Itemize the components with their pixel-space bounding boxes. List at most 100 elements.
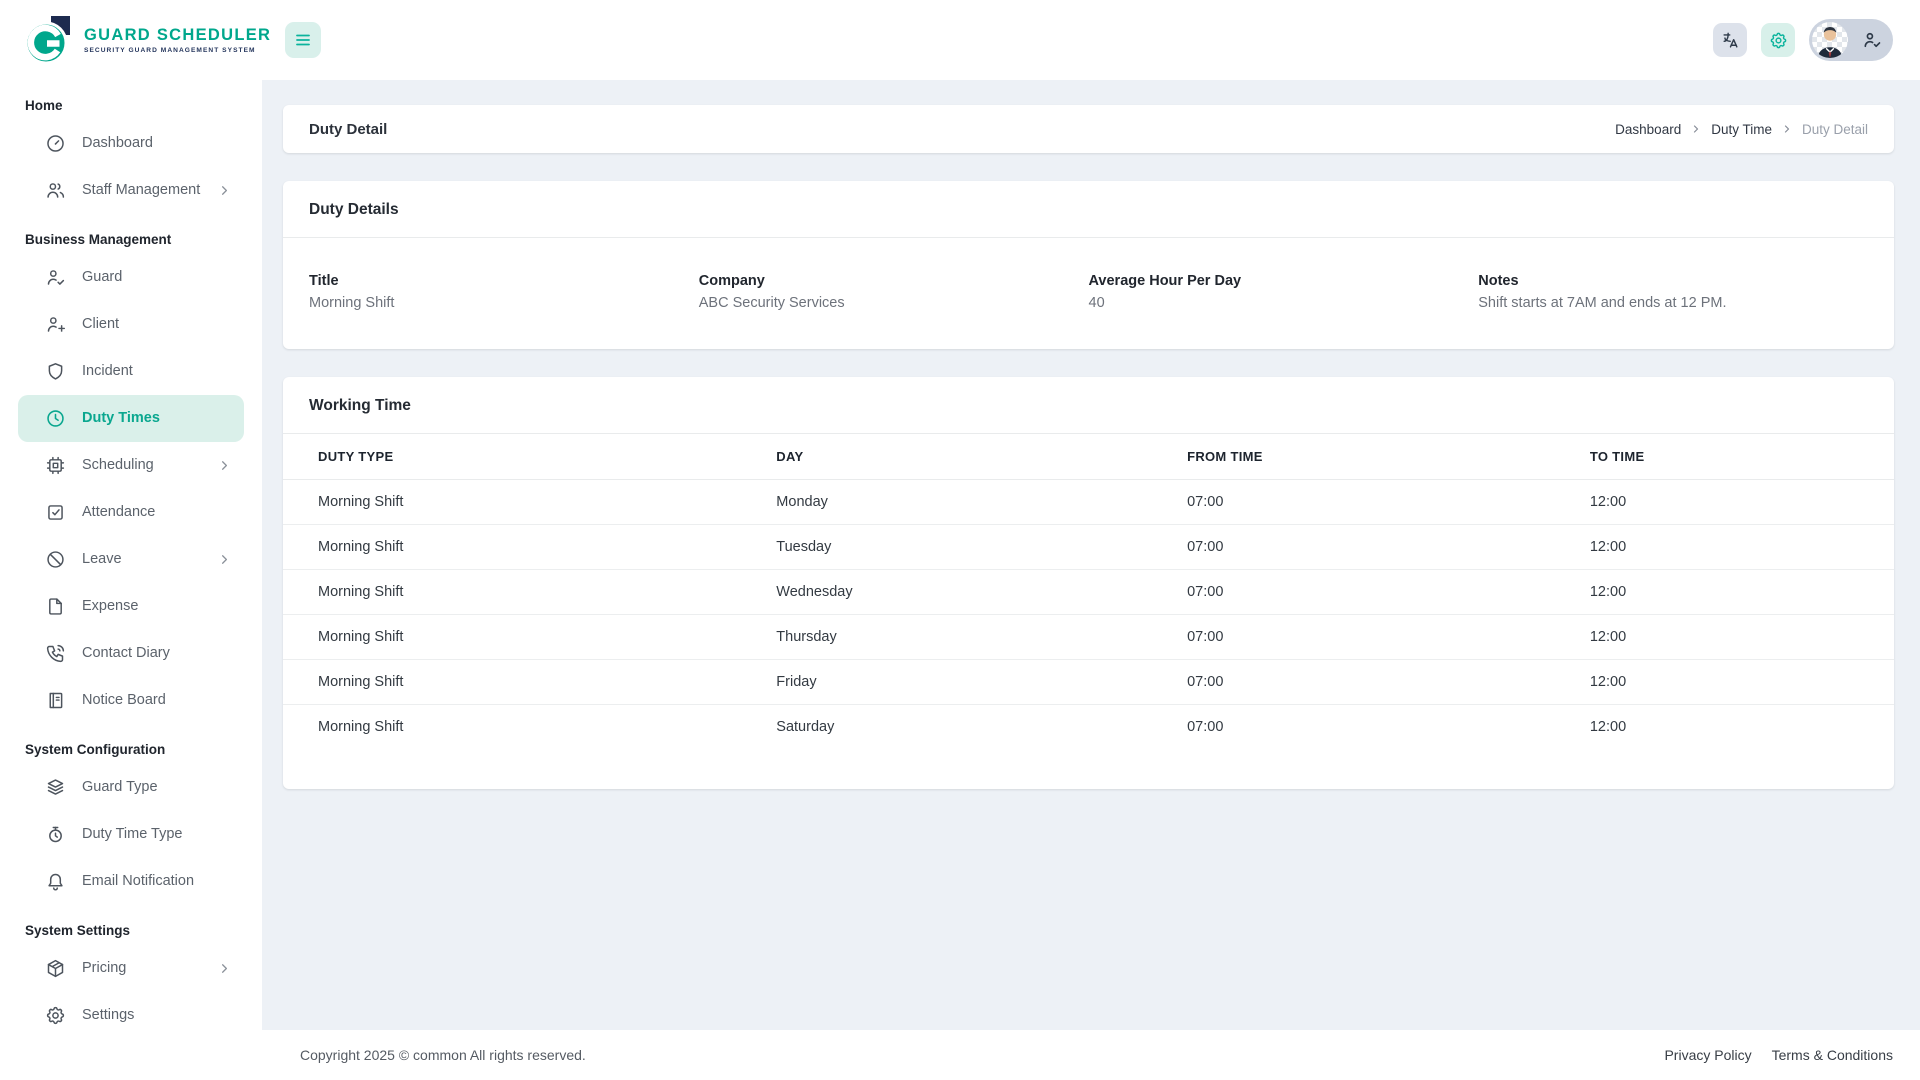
user-avatar (1812, 22, 1848, 58)
field-company: Company ABC Security Services (699, 273, 1089, 311)
clock-icon (45, 408, 66, 429)
brand-name: GUARD SCHEDULER (84, 26, 271, 45)
settings-button[interactable] (1761, 23, 1795, 57)
sidebar-item-duty-times[interactable]: Duty Times (18, 395, 244, 442)
sidebar-section-system-configuration: System Configuration (25, 742, 262, 757)
page-header-card: Duty Detail Dashboard Duty Time Duty Det… (283, 105, 1894, 153)
cell-from-time: 07:00 (1177, 705, 1580, 750)
sidebar-item-notice-board[interactable]: Notice Board (18, 677, 244, 724)
field-notes: Notes Shift starts at 7AM and ends at 12… (1478, 273, 1868, 311)
duty-details-fields: Title Morning Shift Company ABC Security… (283, 238, 1894, 349)
cell-to-time: 12:00 (1580, 660, 1894, 705)
topbar-actions (1713, 19, 1893, 61)
sidebar-item-label: Pricing (82, 961, 126, 976)
gauge-icon (45, 133, 66, 154)
duty-details-card: Duty Details Title Morning Shift Company… (283, 181, 1894, 349)
phone-icon (45, 643, 66, 664)
field-title: Title Morning Shift (309, 273, 699, 311)
sidebar-item-expense[interactable]: Expense (18, 583, 244, 630)
column-header-from-time: FROM TIME (1177, 434, 1580, 480)
sidebar-section-system-settings: System Settings (25, 923, 262, 938)
bell-icon (45, 871, 66, 892)
sidebar-item-label: Email Notification (82, 874, 194, 889)
language-button[interactable] (1713, 23, 1747, 57)
menu-icon (294, 31, 312, 49)
sidebar-item-label: Settings (82, 1008, 134, 1023)
field-value: Shift starts at 7AM and ends at 12 PM. (1478, 295, 1868, 311)
cell-day: Thursday (766, 615, 1177, 660)
user-check-icon (1862, 30, 1882, 50)
chevron-right-icon (1690, 123, 1702, 135)
sidebar-item-label: Duty Time Type (82, 827, 182, 842)
field-label: Company (699, 273, 1089, 289)
language-icon (1721, 31, 1740, 50)
brand-logo[interactable]: GUARD SCHEDULER SECURITY GUARD MANAGEMEN… (24, 12, 262, 68)
sidebar-item-label: Scheduling (82, 458, 154, 473)
sidebar-item-guard-type[interactable]: Guard Type (18, 764, 244, 811)
cell-duty-type: Morning Shift (283, 570, 766, 615)
sidebar-item-label: Notice Board (82, 693, 166, 708)
main-content: Duty Detail Dashboard Duty Time Duty Det… (262, 80, 1920, 1030)
sidebar-item-label: Guard Type (82, 780, 158, 795)
field-value: 40 (1089, 295, 1479, 311)
cell-day: Tuesday (766, 525, 1177, 570)
sidebar-item-label: Dashboard (82, 136, 153, 151)
sidebar-section-home: Home (25, 98, 262, 113)
brand-logo-icon (24, 12, 76, 68)
table-row: Morning Shift Wednesday 07:00 12:00 (283, 570, 1894, 615)
sidebar-item-leave[interactable]: Leave (18, 536, 244, 583)
cell-from-time: 07:00 (1177, 480, 1580, 525)
column-header-day: DAY (766, 434, 1177, 480)
user-menu-button[interactable] (1809, 19, 1893, 61)
shield-icon (45, 361, 66, 382)
working-time-card: Working Time DUTY TYPE DAY FROM TIME TO … (283, 377, 1894, 789)
sidebar-item-settings[interactable]: Settings (18, 992, 244, 1039)
sidebar-item-scheduling[interactable]: Scheduling (18, 442, 244, 489)
sidebar-item-incident[interactable]: Incident (18, 348, 244, 395)
sidebar-item-pricing[interactable]: Pricing (18, 945, 244, 992)
cell-duty-type: Morning Shift (283, 525, 766, 570)
cell-day: Friday (766, 660, 1177, 705)
brand-tagline: SECURITY GUARD MANAGEMENT SYSTEM (84, 47, 271, 54)
cell-duty-type: Morning Shift (283, 480, 766, 525)
table-header-row: DUTY TYPE DAY FROM TIME TO TIME (283, 434, 1894, 480)
cell-to-time: 12:00 (1580, 480, 1894, 525)
sidebar: Home Dashboard Staff Management Business… (0, 80, 262, 1080)
sidebar-item-label: Guard (82, 270, 122, 285)
table-row: Morning Shift Monday 07:00 12:00 (283, 480, 1894, 525)
gear-icon (1769, 31, 1788, 50)
footer-links: Privacy Policy Terms & Conditions (1664, 1047, 1893, 1063)
sidebar-item-email-notification[interactable]: Email Notification (18, 858, 244, 905)
sidebar-item-label: Staff Management (82, 183, 200, 198)
sidebar-item-label: Client (82, 317, 119, 332)
breadcrumb-current: Duty Detail (1802, 122, 1868, 137)
sidebar-item-label: Expense (82, 599, 138, 614)
sidebar-item-label: Incident (82, 364, 133, 379)
cell-duty-type: Morning Shift (283, 615, 766, 660)
sidebar-item-label: Contact Diary (82, 646, 170, 661)
privacy-policy-link[interactable]: Privacy Policy (1664, 1047, 1751, 1063)
stopwatch-icon (45, 824, 66, 845)
field-label: Title (309, 273, 699, 289)
cell-from-time: 07:00 (1177, 570, 1580, 615)
sidebar-item-duty-time-type[interactable]: Duty Time Type (18, 811, 244, 858)
sidebar-item-staff-management[interactable]: Staff Management (18, 167, 244, 214)
sidebar-item-dashboard[interactable]: Dashboard (18, 120, 244, 167)
table-row: Morning Shift Thursday 07:00 12:00 (283, 615, 1894, 660)
notebook-icon (45, 690, 66, 711)
working-time-table-wrap: DUTY TYPE DAY FROM TIME TO TIME Morning … (283, 434, 1894, 789)
breadcrumb-dashboard[interactable]: Dashboard (1615, 122, 1681, 137)
sidebar-item-attendance[interactable]: Attendance (18, 489, 244, 536)
sidebar-toggle-button[interactable] (285, 22, 321, 58)
cell-day: Saturday (766, 705, 1177, 750)
sidebar-item-contact-diary[interactable]: Contact Diary (18, 630, 244, 677)
page-title: Duty Detail (309, 121, 387, 138)
chevron-right-icon (1781, 123, 1793, 135)
field-label: Notes (1478, 273, 1868, 289)
sidebar-item-guard[interactable]: Guard (18, 254, 244, 301)
sidebar-item-client[interactable]: Client (18, 301, 244, 348)
terms-conditions-link[interactable]: Terms & Conditions (1772, 1047, 1893, 1063)
cell-to-time: 12:00 (1580, 705, 1894, 750)
breadcrumb-duty-time[interactable]: Duty Time (1711, 122, 1772, 137)
table-row: Morning Shift Tuesday 07:00 12:00 (283, 525, 1894, 570)
